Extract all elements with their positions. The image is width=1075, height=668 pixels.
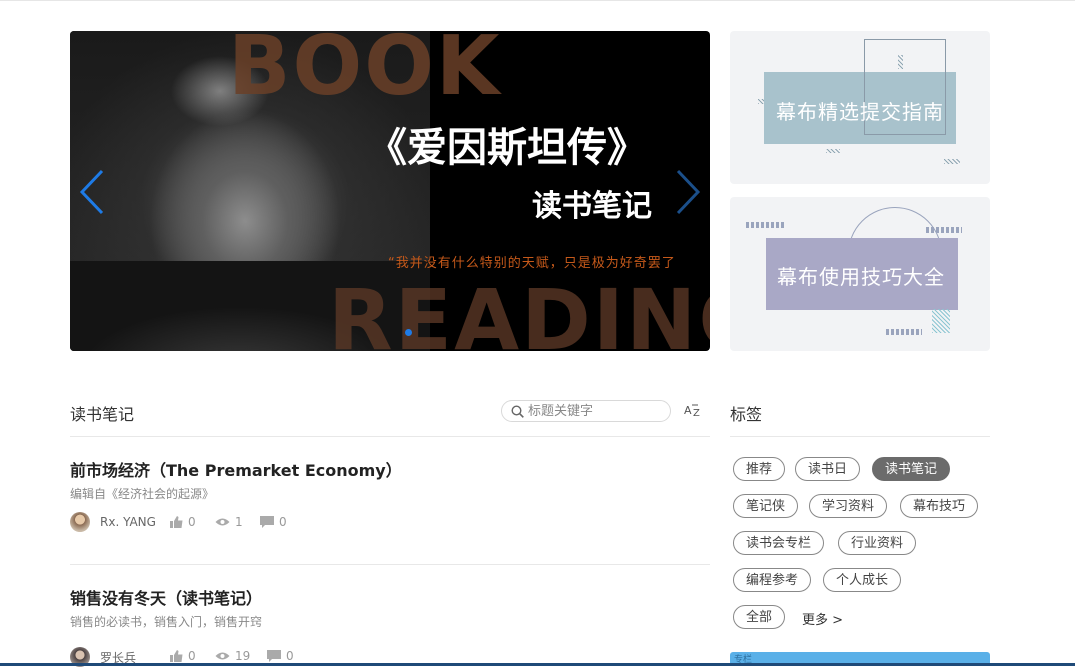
comment-icon [267,650,281,662]
tag-item[interactable]: 学习资料 [809,494,888,518]
comment-count-value: 0 [286,649,294,663]
promo-card-tips[interactable]: 幕布使用技巧大全 [730,197,990,351]
section-divider [730,436,990,437]
sort-az-icon[interactable]: A Z [684,403,702,421]
comment-count-value: 0 [279,515,287,529]
article-meta: Rx. YANG 0 1 0 [70,512,710,534]
view-count: 1 [215,515,243,529]
tag-item[interactable]: 全部 [733,605,786,629]
eye-icon [215,518,230,526]
carousel-dot-active[interactable] [405,329,412,336]
thumbs-up-icon [170,650,183,662]
tag-item[interactable]: 读书日 [795,457,861,481]
chevron-right-icon [676,169,701,215]
decor-wave [746,222,786,228]
tag-item-active[interactable]: 读书笔记 [872,457,951,481]
eye-icon [215,652,230,660]
article-item: 前市场经济（The Premarket Economy） 编辑自《经济社会的起源… [70,457,710,532]
banner-bg-word-book: BOOK [228,31,502,114]
more-tags-link[interactable]: 更多 > [802,609,843,628]
tag-item[interactable]: 个人成长 [823,568,902,592]
view-count-value: 1 [235,515,243,529]
carousel-prev-button[interactable] [78,169,108,215]
promo-card-label: 幕布精选提交指南 [776,100,944,124]
sort-az-glyph: A Z [684,404,700,419]
section-title-reading-notes: 读书笔记 [70,405,135,424]
banner-bg-word-reading: READING [328,271,710,351]
article-title[interactable]: 前市场经济（The Premarket Economy） [70,457,710,481]
section-title-tags: 标签 [730,405,763,424]
search-input[interactable] [528,402,663,420]
banner-subtitle: 读书笔记 [532,189,652,224]
view-count-value: 19 [235,649,251,663]
search-box[interactable] [501,400,671,422]
article-divider [70,564,710,565]
tag-item[interactable]: 幕布技巧 [900,494,979,518]
like-count-value: 0 [188,649,196,663]
banner-title: 《爱因斯坦传》 [367,125,647,171]
search-icon [511,405,524,418]
tag-item[interactable]: 笔记侠 [733,494,799,518]
tag-item[interactable]: 行业资料 [838,531,917,555]
article-desc: 销售的必读书，销售入门，销售开窍 [70,615,263,629]
decor-hatch [826,149,840,153]
comment-count[interactable]: 0 [267,649,294,663]
banner-carousel[interactable]: BOOK READING 《爱因斯坦传》 读书笔记 “我并没有什么特别的天赋，只… [70,31,710,351]
top-divider [0,0,1075,1]
decor-hatch [944,159,960,164]
decor-hatch [932,309,950,333]
tag-item[interactable]: 编程参考 [733,568,812,592]
article-title[interactable]: 销售没有冬天（读书笔记） [70,585,710,609]
promo-card-submit-guide[interactable]: 幕布精选提交指南 [730,31,990,184]
like-count[interactable]: 0 [170,515,196,529]
svg-text:Z: Z [693,408,700,417]
svg-text:A: A [684,404,692,417]
comment-icon [260,516,274,528]
author-name[interactable]: Rx. YANG [100,515,156,529]
comment-count[interactable]: 0 [260,515,287,529]
thumbs-up-icon [170,516,183,528]
view-count: 19 [215,649,250,663]
tag-item[interactable]: 推荐 [733,457,786,481]
tag-item[interactable]: 读书会专栏 [733,531,825,555]
like-count-value: 0 [188,515,196,529]
like-count[interactable]: 0 [170,649,196,663]
decor-wave [886,329,922,335]
promo-card-label: 幕布使用技巧大全 [777,265,945,289]
avatar[interactable] [70,512,90,532]
chevron-left-icon [79,169,104,215]
carousel-next-button[interactable] [672,169,702,215]
banner-quote: “我并没有什么特别的天赋，只是极为好奇罢了 [388,256,676,271]
section-divider [70,436,710,437]
article-item: 销售没有冬天（读书笔记） 销售的必读书，销售入门，销售开窍 罗长兵 0 19 0 [70,585,710,667]
article-desc: 编辑自《经济社会的起源》 [70,487,215,501]
